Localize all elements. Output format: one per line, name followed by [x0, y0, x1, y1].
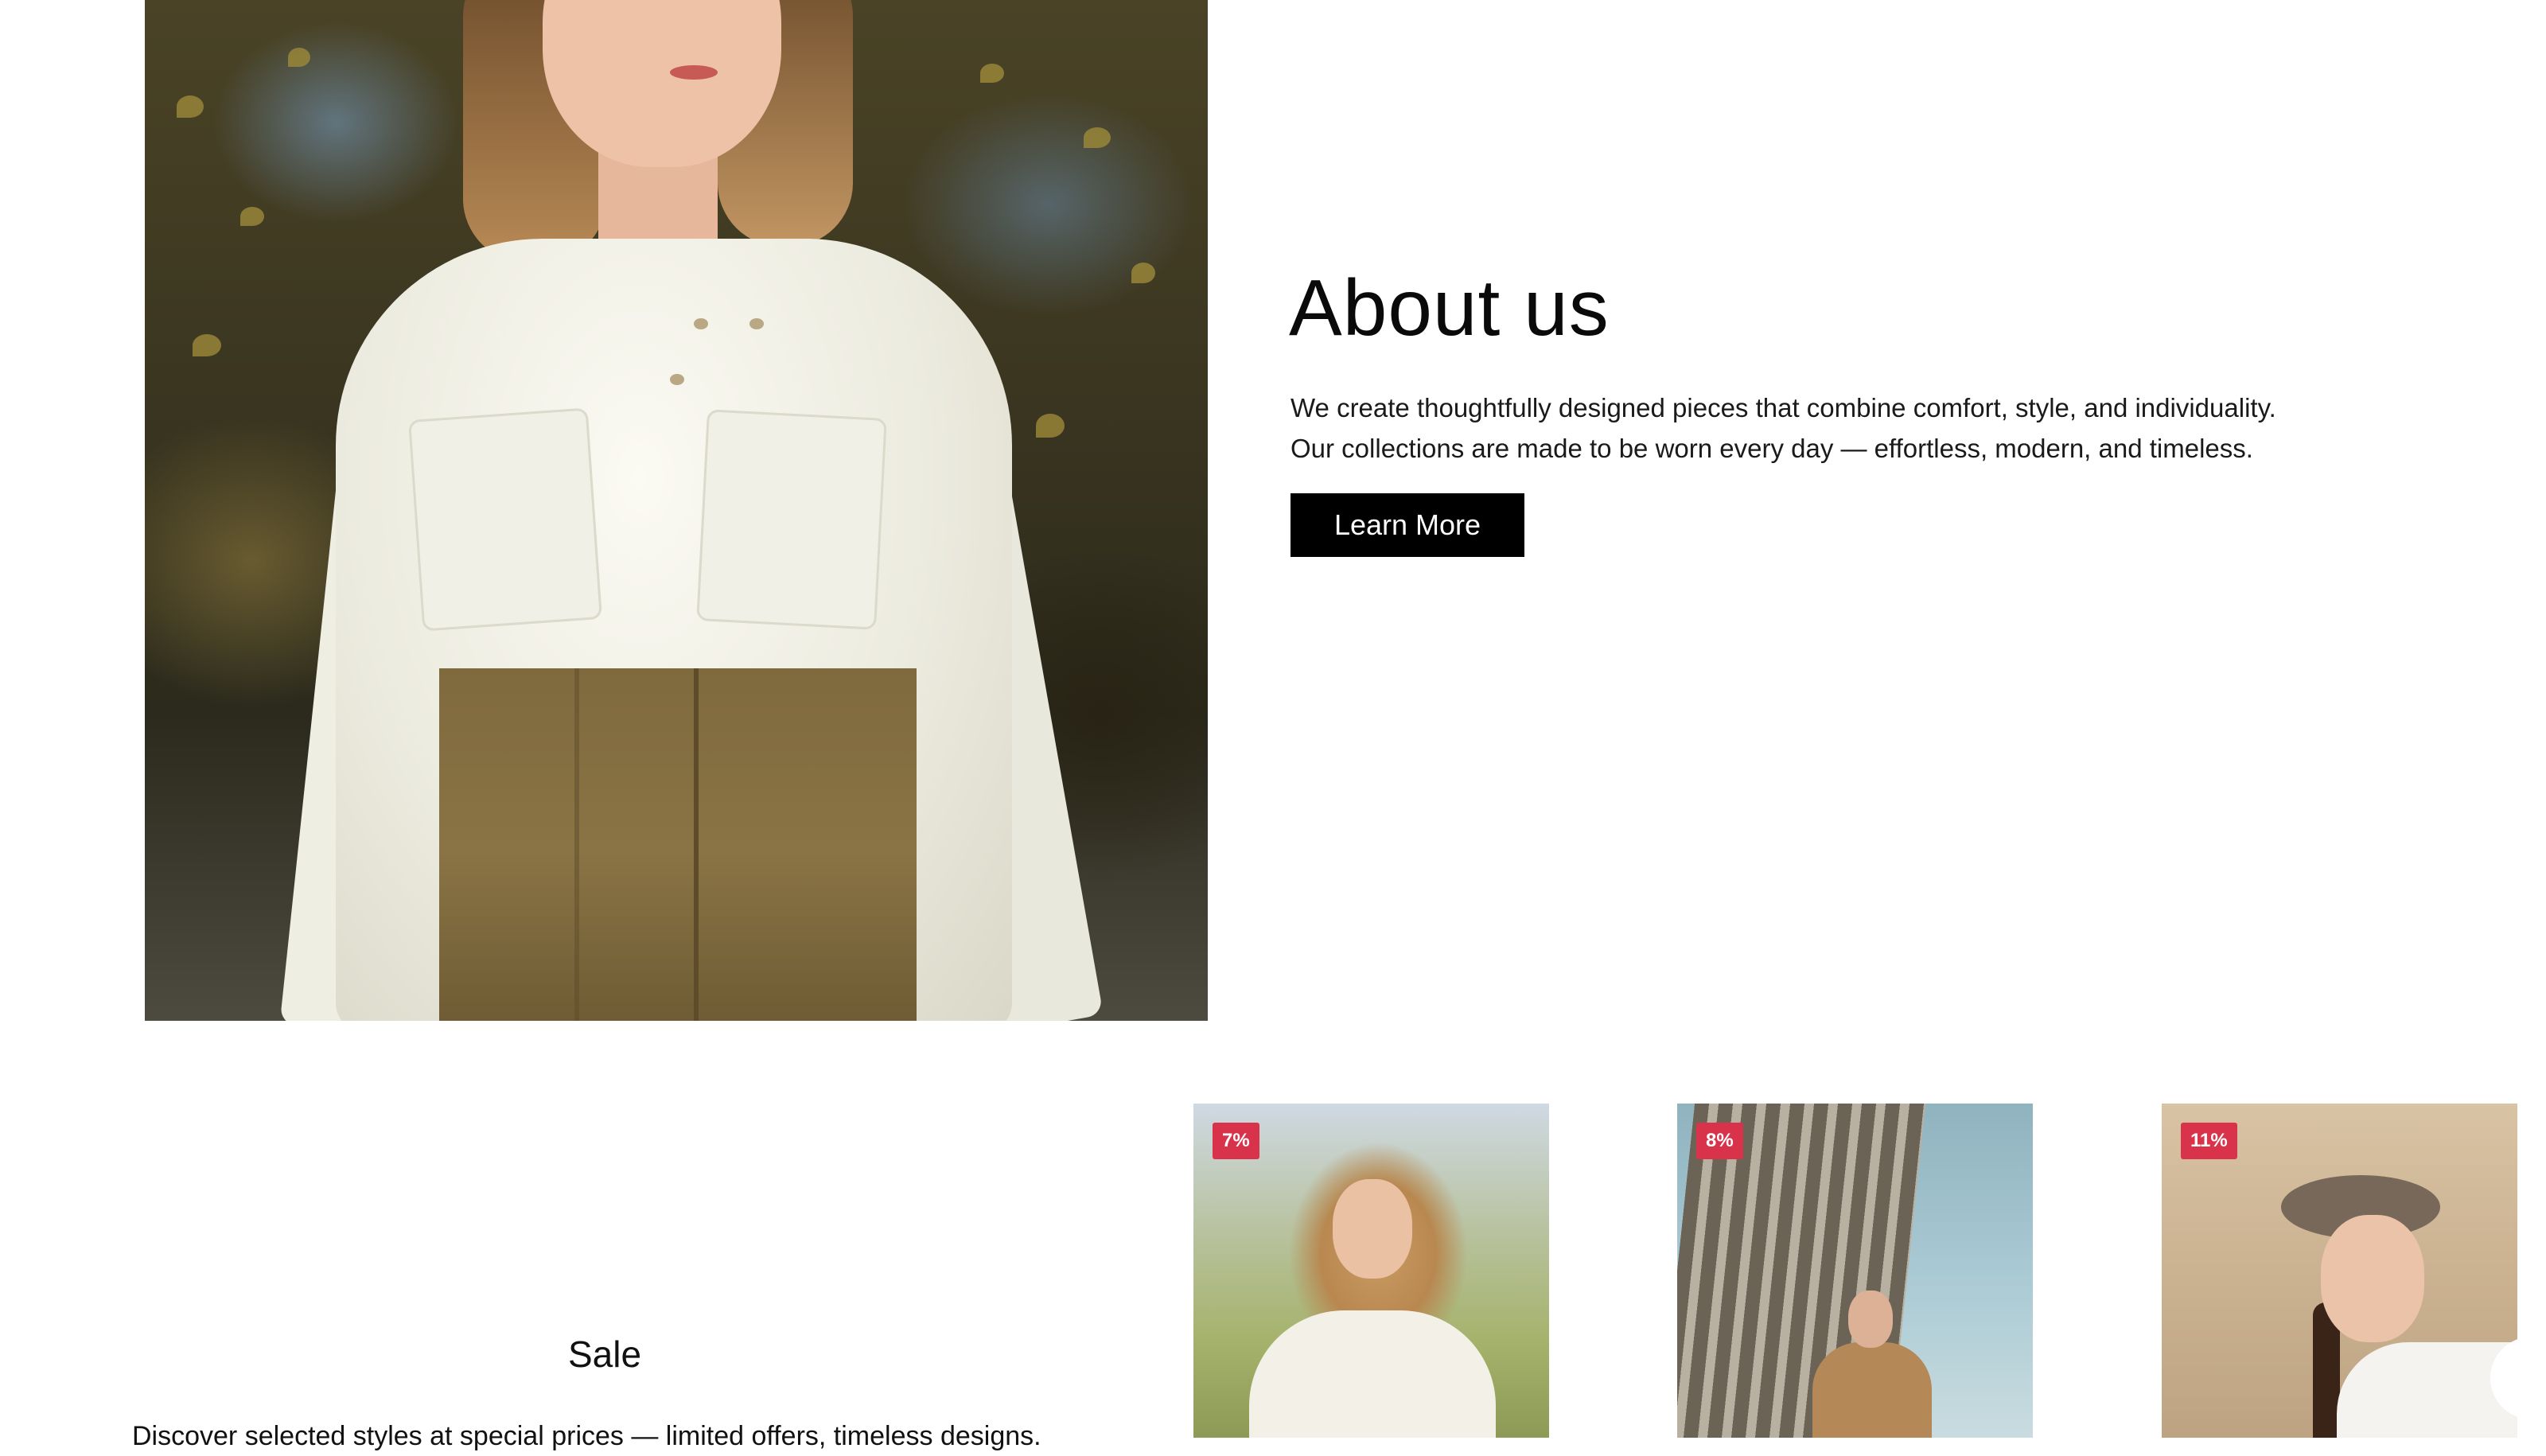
sale-title: Sale — [567, 1333, 642, 1375]
about-description-line-1: We create thoughtfully designed pieces t… — [1291, 393, 2276, 422]
about-title: About us — [1289, 263, 1610, 352]
sale-product-card[interactable]: 8% — [1677, 1104, 2033, 1438]
about-description-line-2: Our collections are made to be worn ever… — [1291, 434, 2253, 463]
sale-product-card[interactable]: 11% — [2162, 1104, 2517, 1438]
discount-badge: 11% — [2181, 1123, 2237, 1159]
discount-badge: 8% — [1696, 1123, 1743, 1159]
about-hero-image — [145, 0, 1208, 1021]
sale-description: Discover selected styles at special pric… — [132, 1421, 1041, 1451]
sale-product-card[interactable]: 7% — [1193, 1104, 1549, 1438]
learn-more-button[interactable]: Learn More — [1291, 493, 1524, 557]
discount-badge: 7% — [1213, 1123, 1259, 1159]
about-description: We create thoughtfully designed pieces t… — [1291, 387, 2404, 469]
